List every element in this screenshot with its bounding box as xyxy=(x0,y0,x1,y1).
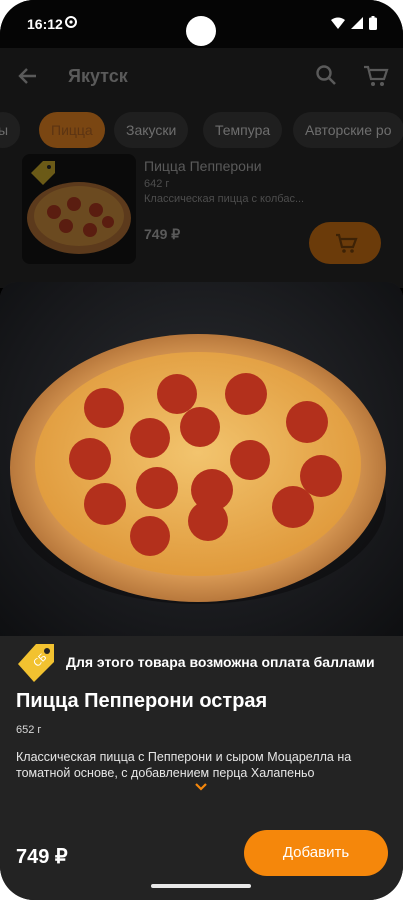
list-item-description: Классическая пицца с колбас... xyxy=(144,193,305,205)
points-tag-icon: СБ xyxy=(18,644,54,682)
add-to-cart-button[interactable] xyxy=(309,222,381,264)
home-indicator[interactable] xyxy=(151,884,251,888)
city-title[interactable]: Якутск xyxy=(68,66,128,87)
battery-icon xyxy=(369,16,377,30)
front-camera xyxy=(186,16,216,46)
product-image xyxy=(0,282,403,636)
pizza-image xyxy=(10,334,386,604)
background-page: Якутск ы Пицца Закуски Темпура Авторские… xyxy=(0,48,403,288)
cart-icon xyxy=(336,233,358,253)
cart-icon[interactable] xyxy=(363,64,389,88)
back-arrow-icon[interactable] xyxy=(18,66,38,86)
tab-category-snacks[interactable]: Закуски xyxy=(114,112,189,148)
phone-screen: 16:12 Якутск ы Пицца Закуски Темпура Авт… xyxy=(0,0,403,900)
list-item-title: Пицца Пепперони xyxy=(144,158,262,174)
list-item-price: 749 ₽ xyxy=(144,226,181,242)
points-badge-icon xyxy=(31,161,55,185)
add-button[interactable]: Добавить xyxy=(244,830,388,876)
product-description: Классическая пицца с Пепперони и сыром М… xyxy=(16,750,352,780)
category-tabs: ы Пицца Закуски Темпура Авторские ро xyxy=(0,112,403,152)
tab-category-pizza[interactable]: Пицца xyxy=(39,112,105,148)
status-icons xyxy=(331,16,377,30)
product-bottom-sheet: СБ Для этого товара возможна оплата балл… xyxy=(0,282,403,900)
chevron-down-icon[interactable] xyxy=(194,782,208,792)
status-time: 16:12 xyxy=(27,16,63,32)
tab-category-tempura[interactable]: Темпура xyxy=(203,112,283,148)
list-item-weight: 642 г xyxy=(144,178,170,190)
search-icon[interactable] xyxy=(315,64,337,86)
tab-category-author-rolls[interactable]: Авторские ро xyxy=(293,112,403,148)
app-bar: Якутск xyxy=(0,48,403,106)
points-payment-text: Для этого товара возможна оплата баллами xyxy=(66,654,375,670)
points-payment-notice: СБ Для этого товара возможна оплата балл… xyxy=(0,636,403,690)
tab-category-0[interactable]: ы xyxy=(0,112,21,148)
status-bar: 16:12 xyxy=(0,0,403,48)
product-weight: 652 г xyxy=(16,724,42,736)
settings-icon xyxy=(65,16,77,28)
wifi-icon xyxy=(331,17,345,29)
signal-icon xyxy=(351,17,363,29)
product-title: Пицца Пепперони острая xyxy=(16,690,268,712)
product-price: 749 ₽ xyxy=(16,846,68,868)
list-item[interactable]: Пицца Пепперони 642 г Классическая пицца… xyxy=(0,152,403,282)
